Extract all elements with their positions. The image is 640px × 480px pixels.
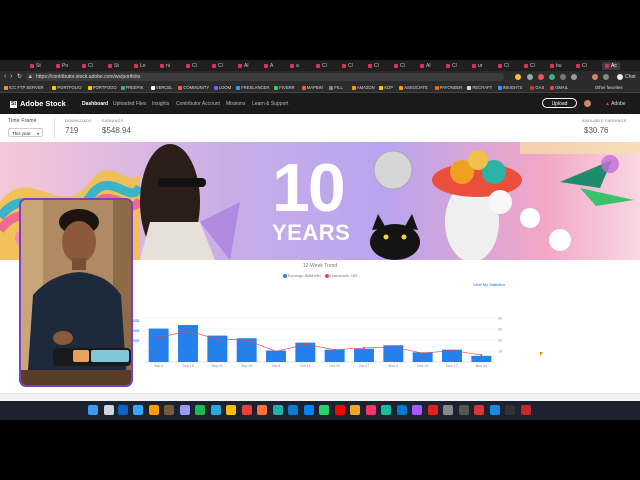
downloads-point <box>421 352 424 355</box>
x-tick-label: Nov 24 <box>476 364 487 368</box>
x-tick-label: Nov 3 <box>389 364 398 368</box>
chrome-2-icon[interactable] <box>241 405 252 415</box>
downloads-point <box>275 350 277 353</box>
app-orange-icon[interactable] <box>350 405 360 415</box>
app-pink-icon[interactable] <box>365 405 376 415</box>
x-tick-label: Nov 10 <box>417 364 428 368</box>
recorder-icon[interactable] <box>520 405 531 415</box>
x-tick-label: Sep 15 <box>182 364 193 368</box>
notion-icon[interactable] <box>443 405 453 415</box>
mouse-cursor <box>540 352 543 356</box>
x-tick-label: Sep 29 <box>241 364 252 368</box>
illustrator-icon[interactable] <box>148 405 159 415</box>
y-right-tick-label: 10 <box>498 350 502 354</box>
x-tick-label: Nov 17 <box>446 364 457 368</box>
vscode-icon[interactable] <box>396 405 407 415</box>
y-right-tick-label: 40 <box>498 317 502 321</box>
bridge-icon[interactable] <box>164 405 174 415</box>
figma-icon[interactable] <box>412 405 422 415</box>
x-tick-label: Oct 27 <box>359 364 370 368</box>
earnings-bar <box>148 328 169 362</box>
spotify-icon[interactable] <box>195 405 205 415</box>
downloads-point <box>363 346 365 349</box>
downloads-point <box>245 339 248 341</box>
downloads-point <box>157 336 160 339</box>
windows-taskbar <box>0 401 640 420</box>
x-tick-label: Oct 6 <box>272 364 281 368</box>
x-tick-label: Sep 8 <box>154 364 163 368</box>
downloads-point <box>216 338 219 341</box>
y-right-tick-label: 30 <box>498 328 502 332</box>
downloads-point <box>480 353 483 356</box>
x-tick-label: Oct 13 <box>300 364 311 368</box>
downloads-point <box>392 346 395 349</box>
search-icon[interactable] <box>103 405 114 415</box>
windows-start-icon[interactable] <box>88 405 98 415</box>
edge-2-icon[interactable] <box>288 405 298 415</box>
webcam-overlay <box>19 198 133 387</box>
earnings-bar <box>324 349 345 362</box>
linkedin-icon[interactable] <box>117 405 128 415</box>
messenger-icon[interactable] <box>303 405 314 415</box>
webcam-person <box>21 200 131 385</box>
screen: St Po Cl St Lo ni Cl Cl Al Aa Cl Cl Cl Cl Al Cl ur Cl Cl bu… <box>0 60 640 420</box>
app-red-icon[interactable] <box>474 405 484 415</box>
downloads-point <box>187 330 189 333</box>
downloads-point <box>304 343 307 346</box>
downloads-point <box>333 348 336 351</box>
app-teal-icon[interactable] <box>272 405 283 415</box>
youtube-2-icon[interactable] <box>427 405 438 415</box>
x-tick-label: Sep 22 <box>212 364 223 368</box>
app-dark-icon[interactable] <box>505 405 515 415</box>
whatsapp-icon[interactable] <box>319 405 329 415</box>
chrome-icon[interactable] <box>226 405 236 415</box>
earnings-bar <box>236 338 257 362</box>
y-right-tick-label: 20 <box>498 339 502 343</box>
premiere-icon[interactable] <box>179 405 190 415</box>
x-tick-label: Oct 20 <box>329 364 340 368</box>
app-teal-2-icon[interactable] <box>381 405 391 415</box>
downloads-point <box>451 349 453 352</box>
app-blue-icon[interactable] <box>489 405 500 415</box>
photoshop-icon[interactable] <box>133 405 143 415</box>
youtube-icon[interactable] <box>334 405 345 415</box>
earnings-bar <box>471 355 492 362</box>
terminal-icon[interactable] <box>458 405 469 415</box>
downloads-line <box>158 330 482 356</box>
earnings-bar <box>354 348 374 362</box>
edge-icon[interactable] <box>210 405 221 415</box>
firefox-icon[interactable] <box>257 405 267 415</box>
